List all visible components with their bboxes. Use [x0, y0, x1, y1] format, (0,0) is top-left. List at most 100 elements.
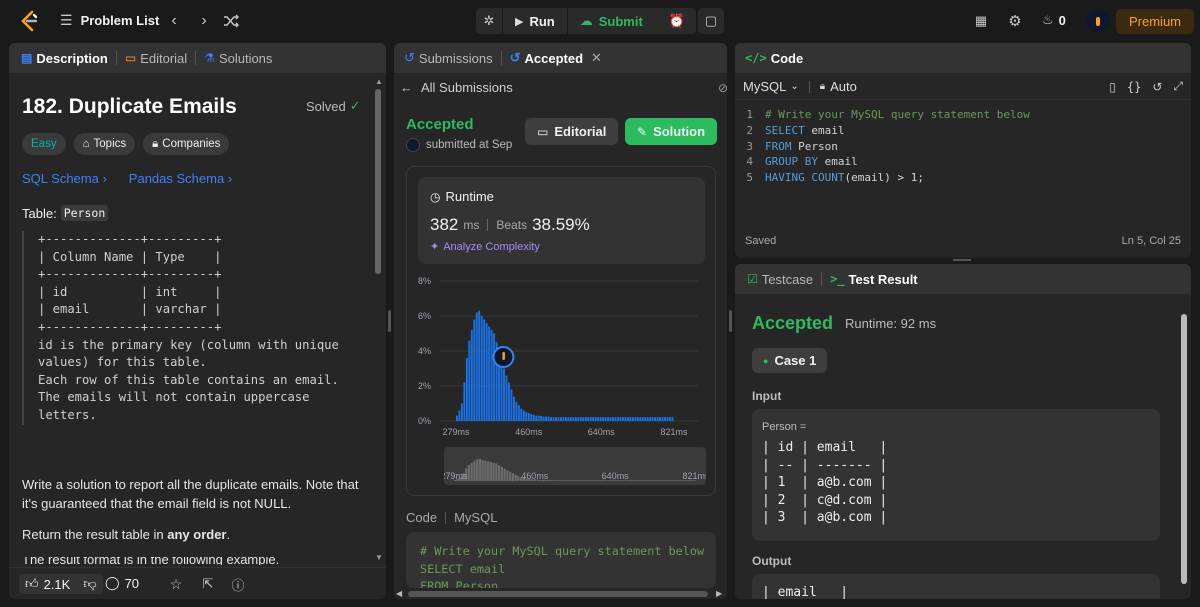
companies-button[interactable]: 🔒︎ Companies [143, 133, 230, 155]
result-scrollbar[interactable] [1181, 314, 1187, 584]
scroll-up-arrow-icon[interactable]: ▲ [375, 77, 383, 86]
tab-accepted[interactable]: ↺ Accepted ✕ [510, 50, 602, 66]
tab-code[interactable]: </> Code [745, 51, 803, 66]
link-icon[interactable]: ⊘ [718, 81, 727, 95]
timer-icon[interactable]: ⏰ [664, 8, 690, 34]
close-icon[interactable]: ✕ [591, 50, 602, 66]
slider-bar [586, 480, 589, 481]
edit-icon: ✎ [637, 124, 648, 139]
solution-button[interactable]: ✎ Solution [625, 118, 718, 145]
auto-toggle[interactable]: 🔒︎ Auto [820, 79, 857, 94]
scroll-right-arrow-icon[interactable]: ▶ [716, 589, 722, 598]
star-icon[interactable]: ☆ [167, 574, 185, 594]
slider-bar [511, 473, 514, 481]
code-editor[interactable]: 1 # Write your MySQL query statement belo… [735, 108, 1191, 187]
pandas-schema-link[interactable]: Pandas Schema › [129, 171, 232, 186]
like-button[interactable]: 👍︎ 2.1K 👎︎ [19, 574, 103, 594]
all-submissions-link[interactable]: ← All Submissions [400, 80, 513, 95]
braces-icon[interactable]: {} [1127, 80, 1141, 94]
status-dot-icon: ● [763, 355, 769, 366]
run-button[interactable]: ▶ Run [502, 8, 567, 34]
code-line[interactable]: 1 # Write your MySQL query statement belo… [735, 108, 1191, 124]
line-number: 3 [746, 139, 753, 153]
bookmark-icon[interactable]: ▯ [1109, 80, 1116, 94]
share-icon[interactable]: ⇱ [199, 574, 217, 594]
slider-bar [679, 480, 682, 481]
slider-bar [594, 480, 597, 481]
reset-icon[interactable]: ↺ [1152, 80, 1162, 94]
slider-bar [478, 458, 481, 481]
scroll-left-arrow-icon[interactable]: ◀ [396, 589, 402, 598]
resize-handle-left[interactable] [388, 310, 391, 332]
format-paragraph-clip: The result format is in the following ex… [22, 557, 362, 565]
next-problem-icon[interactable]: › [196, 11, 212, 31]
companies-label: Companies [162, 138, 221, 150]
cursor-position: Ln 5, Col 25 [1121, 235, 1181, 247]
resize-handle-horizontal[interactable] [953, 259, 971, 261]
comment-button[interactable]: ◯ 70 [105, 575, 139, 591]
horizontal-scrollbar[interactable]: ◀ ▶ [394, 589, 727, 599]
language-select[interactable]: MySQL ⌄ [743, 79, 799, 94]
editor-actions: ▯ {} ↺ ⤢ [1109, 79, 1183, 94]
leetcode-logo-icon[interactable] [18, 10, 40, 32]
layout-icon[interactable]: ▦ [972, 12, 990, 30]
tab-testcase[interactable]: ☑ Testcase [747, 272, 813, 287]
code-line[interactable]: 3 FROM Person [735, 140, 1191, 156]
submit-button[interactable]: ☁ Submit [566, 8, 655, 34]
sql-schema-link[interactable]: SQL Schema › [22, 171, 107, 186]
scroll-thumb[interactable] [408, 591, 708, 597]
editorial-label: Editorial [554, 124, 607, 139]
code-line[interactable]: 5 HAVING COUNT(email) > 1; [735, 171, 1191, 187]
order-paragraph: Return the result table in any order. [22, 527, 362, 542]
slider-bar [566, 480, 569, 481]
tab-solutions[interactable]: ⚗ Solutions [204, 51, 272, 66]
problem-list-button[interactable]: ☰ Problem List [60, 12, 159, 29]
histogram-bar [634, 417, 637, 421]
topics-label: Topics [93, 138, 127, 150]
line-number: 4 [746, 155, 753, 169]
runtime-range-slider[interactable]: 279ms 460ms 640ms 821ms [444, 447, 706, 487]
resize-handle-right[interactable] [729, 310, 732, 332]
editorial-button[interactable]: ▭ Editorial [525, 118, 619, 145]
code-line[interactable]: 4 GROUP BY email [735, 155, 1191, 171]
expand-icon[interactable]: ⤢ [1173, 79, 1183, 94]
prev-problem-icon[interactable]: ‹ [166, 11, 182, 31]
output-box: | email | [752, 574, 1160, 599]
slider-bar [638, 480, 641, 481]
slider-bar [506, 470, 509, 481]
left-scrollbar[interactable] [375, 89, 381, 274]
notes-icon[interactable]: ▢ [698, 8, 724, 34]
tab-editorial[interactable]: ▭ Editorial [125, 51, 187, 66]
debug-icon[interactable]: ✲ [476, 8, 502, 34]
thumbs-down-icon[interactable]: 👎︎ [83, 576, 96, 592]
runtime-values: 382 ms Beats 38.59% [430, 215, 590, 235]
topics-button[interactable]: ⌂ Topics [73, 133, 136, 155]
settings-gear-icon[interactable]: ⚙ [1006, 11, 1024, 31]
runtime-distribution-chart[interactable]: 8% 6% 4% 2% 0% 279ms 460ms 640ms 821ms [416, 271, 716, 436]
code-line[interactable]: 2 SELECT email [735, 124, 1191, 140]
premium-button[interactable]: Premium [1116, 9, 1195, 34]
tab-submissions[interactable]: ↺ Submissions [404, 50, 493, 66]
submitted-code: # Write your MySQL query statement below… [420, 544, 705, 588]
submission-tabs: ↺ Submissions ↺ Accepted ✕ [394, 43, 727, 73]
analyze-complexity-link[interactable]: ✦ Analyze Complexity [430, 240, 540, 254]
histogram-bar [572, 417, 575, 421]
saved-status: Saved [745, 235, 777, 247]
result-status: Accepted [752, 313, 834, 333]
tab-description[interactable]: ▤ Description [21, 51, 108, 66]
case-1-button[interactable]: ● Case 1 [752, 348, 828, 373]
shuffle-icon[interactable] [222, 12, 240, 30]
tab-test-result[interactable]: >_ Test Result [830, 272, 918, 287]
code-tab-bar: </> Code [735, 43, 1191, 73]
input-label: Input [752, 389, 782, 403]
histogram-bar [619, 417, 622, 421]
runtime-stats-card[interactable]: ◷ Runtime 382 ms Beats 38.59% ✦ Analyze Co… [418, 177, 705, 264]
code-heading: Code MySQL [406, 510, 497, 525]
streak-counter[interactable]: ♨ 0 [1042, 12, 1066, 28]
avatar[interactable] [1086, 9, 1110, 33]
histogram-bar [599, 417, 602, 421]
histogram-bar [607, 417, 609, 421]
scroll-down-arrow-icon[interactable]: ▼ [375, 553, 383, 562]
help-icon[interactable]: ⓘ [229, 574, 247, 594]
line-text: GROUP BY email [765, 155, 858, 169]
